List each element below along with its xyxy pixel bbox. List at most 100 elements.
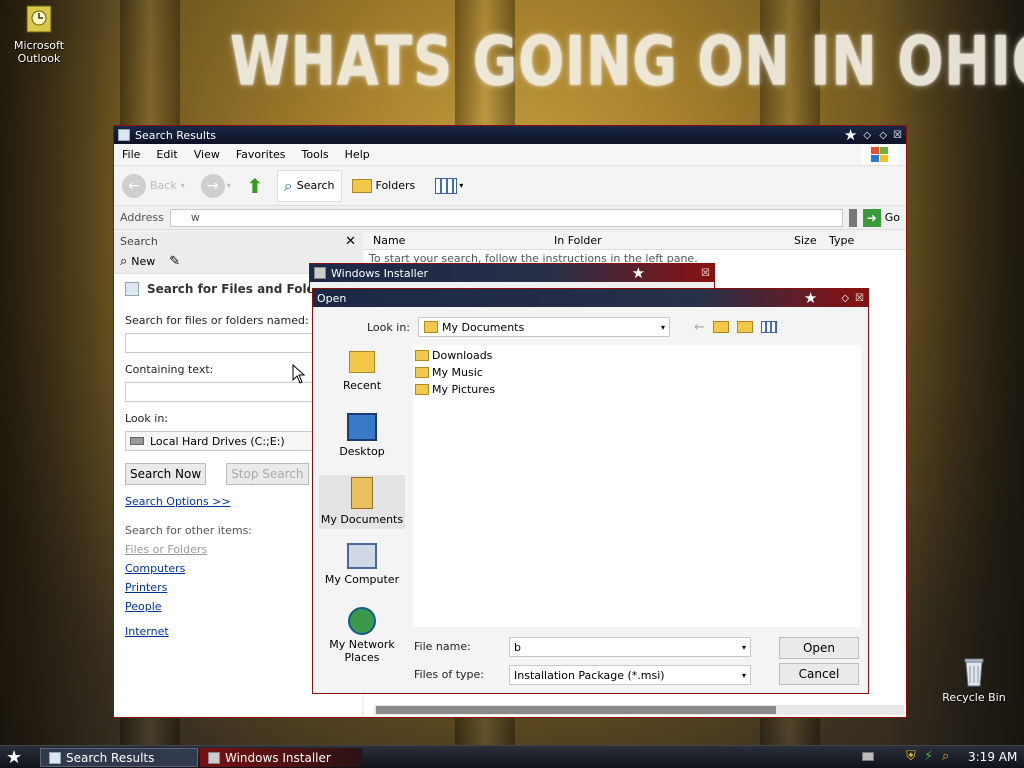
column-type[interactable]: Type: [829, 234, 854, 247]
place-my-documents[interactable]: My Documents: [319, 475, 405, 529]
place-recent[interactable]: Recent: [319, 345, 405, 403]
dialog-title: Open: [317, 291, 347, 305]
close-button[interactable]: ☒: [855, 293, 864, 304]
folder-icon: [415, 350, 429, 361]
window-title: Windows Installer: [331, 266, 429, 280]
mouse-cursor-icon: [292, 364, 306, 384]
place-desktop[interactable]: Desktop: [319, 411, 405, 469]
folder-icon: [415, 384, 429, 395]
folders-button[interactable]: Folders: [351, 178, 415, 193]
network-globe-icon: [348, 607, 376, 635]
back-button[interactable]: ← Back ▾: [122, 173, 185, 198]
lookin-select[interactable]: My Documents ▾: [418, 317, 670, 337]
chevron-down-icon: ▾: [459, 181, 464, 190]
menu-favorites[interactable]: Favorites: [236, 148, 286, 161]
hard-drive-icon: [130, 437, 144, 445]
chevron-down-icon: ▾: [226, 181, 231, 190]
address-bar: Address w ➜ Go: [114, 206, 906, 230]
outlook-icon: [23, 4, 55, 36]
close-icon[interactable]: ✕: [345, 234, 356, 249]
menu-file[interactable]: File: [122, 148, 140, 161]
list-item[interactable]: Downloads: [415, 349, 492, 362]
document-icon: [49, 751, 61, 764]
place-my-network-places[interactable]: My Network Places: [319, 607, 405, 669]
horizontal-scrollbar[interactable]: [374, 705, 904, 715]
stop-search-button[interactable]: Stop Search: [226, 463, 309, 485]
lookin-row: Look in: My Documents ▾ ←: [367, 317, 777, 337]
column-name[interactable]: Name: [364, 234, 554, 247]
folder-icon: [415, 367, 429, 378]
view-menu-icon[interactable]: [760, 321, 777, 333]
star-menu-icon[interactable]: ★: [804, 289, 817, 307]
address-label: Address: [120, 211, 164, 224]
chevron-down-icon: ▾: [660, 322, 665, 332]
up-folder-icon[interactable]: ⬆: [243, 174, 267, 198]
recent-icon: [349, 351, 375, 373]
new-folder-icon[interactable]: [736, 321, 753, 333]
taskbar-button-windows-installer[interactable]: Windows Installer: [200, 748, 362, 767]
scrollbar-thumb[interactable]: [376, 706, 776, 714]
taskbar-button-search-results[interactable]: Search Results: [40, 748, 198, 767]
forward-arrow-icon: →: [200, 173, 225, 198]
menu-tools[interactable]: Tools: [302, 148, 329, 161]
forward-button[interactable]: → ▾: [200, 173, 231, 198]
start-star-icon[interactable]: ★: [6, 747, 22, 768]
list-item[interactable]: My Music: [415, 366, 483, 379]
menu-view[interactable]: View: [194, 148, 220, 161]
go-arrow-icon: ➜: [862, 208, 881, 227]
menu-help[interactable]: Help: [345, 148, 370, 161]
results-header: Name In Folder Size Type: [364, 232, 906, 250]
window-title: Search Results: [135, 128, 217, 142]
folder-icon: [351, 178, 372, 193]
chevron-down-icon: ▾: [180, 181, 185, 190]
star-menu-icon[interactable]: ★: [844, 126, 857, 144]
list-item[interactable]: My Pictures: [415, 383, 495, 396]
filename-input[interactable]: b ▾: [509, 637, 751, 657]
search-tray-icon[interactable]: ⌕: [942, 749, 949, 764]
search-button[interactable]: ⌕ Search: [276, 169, 342, 202]
clock[interactable]: 3:19 AM: [968, 750, 1017, 764]
desktop-icon-recycle-bin[interactable]: Recycle Bin: [936, 656, 1012, 704]
address-input[interactable]: w: [169, 208, 843, 227]
help-button[interactable]: ◇: [841, 293, 849, 304]
search-pane-header: Search ✕: [114, 232, 362, 250]
up-folder-icon[interactable]: [712, 321, 729, 333]
filetype-select[interactable]: Installation Package (*.msi) ▾: [509, 665, 751, 685]
desktop-icon-outlook[interactable]: Microsoft Outlook: [1, 4, 77, 65]
place-my-computer[interactable]: My Computer: [319, 541, 405, 599]
address-dropdown-button[interactable]: [848, 208, 857, 227]
keyboard-icon[interactable]: [862, 752, 874, 761]
open-button[interactable]: Open: [779, 637, 859, 659]
minimize-button[interactable]: ◇: [863, 130, 873, 141]
go-button[interactable]: ➜ Go: [862, 208, 900, 227]
menu-edit[interactable]: Edit: [156, 148, 177, 161]
my-computer-icon: [347, 543, 377, 569]
desktop-icon-label: Microsoft Outlook: [13, 39, 65, 65]
column-size[interactable]: Size: [794, 234, 829, 247]
open-dialog: Open ★ ◇ ☒ Look in: My Documents ▾ ← Rec…: [312, 288, 869, 694]
installer-icon: [208, 751, 220, 764]
new-search-button[interactable]: ⌕ New: [120, 254, 155, 269]
cancel-button[interactable]: Cancel: [779, 663, 859, 685]
filename-label: File name:: [414, 640, 471, 653]
title-bar[interactable]: Windows Installer ★ ☒: [310, 264, 714, 282]
search-now-button[interactable]: Search Now: [125, 463, 207, 485]
maximize-button[interactable]: ◇: [879, 130, 887, 141]
chevron-down-icon: ▾: [741, 670, 746, 680]
security-shield-icon[interactable]: ⛨: [906, 749, 916, 764]
views-button[interactable]: ▾: [435, 177, 464, 194]
new-search-icon: ⌕: [120, 254, 128, 269]
title-bar[interactable]: Open ★ ◇ ☒: [313, 289, 868, 307]
places-bar: Recent Desktop My Documents My Computer …: [319, 345, 405, 675]
network-icon[interactable]: ⚡: [924, 749, 933, 764]
title-bar[interactable]: Search Results ★ ◇ ◇ ☒: [114, 126, 906, 144]
edit-icon[interactable]: ✎: [169, 254, 180, 269]
document-icon: [118, 129, 130, 141]
menu-bar: File Edit View Favorites Tools Help: [114, 144, 906, 166]
star-menu-icon[interactable]: ★: [632, 264, 645, 282]
standard-toolbar: ← Back ▾ → ▾ ⬆ ⌕ Search Folders ▾: [114, 166, 906, 206]
back-arrow-icon[interactable]: ←: [694, 320, 705, 335]
close-button[interactable]: ☒: [701, 268, 710, 279]
close-button[interactable]: ☒: [893, 130, 902, 141]
column-in-folder[interactable]: In Folder: [554, 234, 794, 247]
